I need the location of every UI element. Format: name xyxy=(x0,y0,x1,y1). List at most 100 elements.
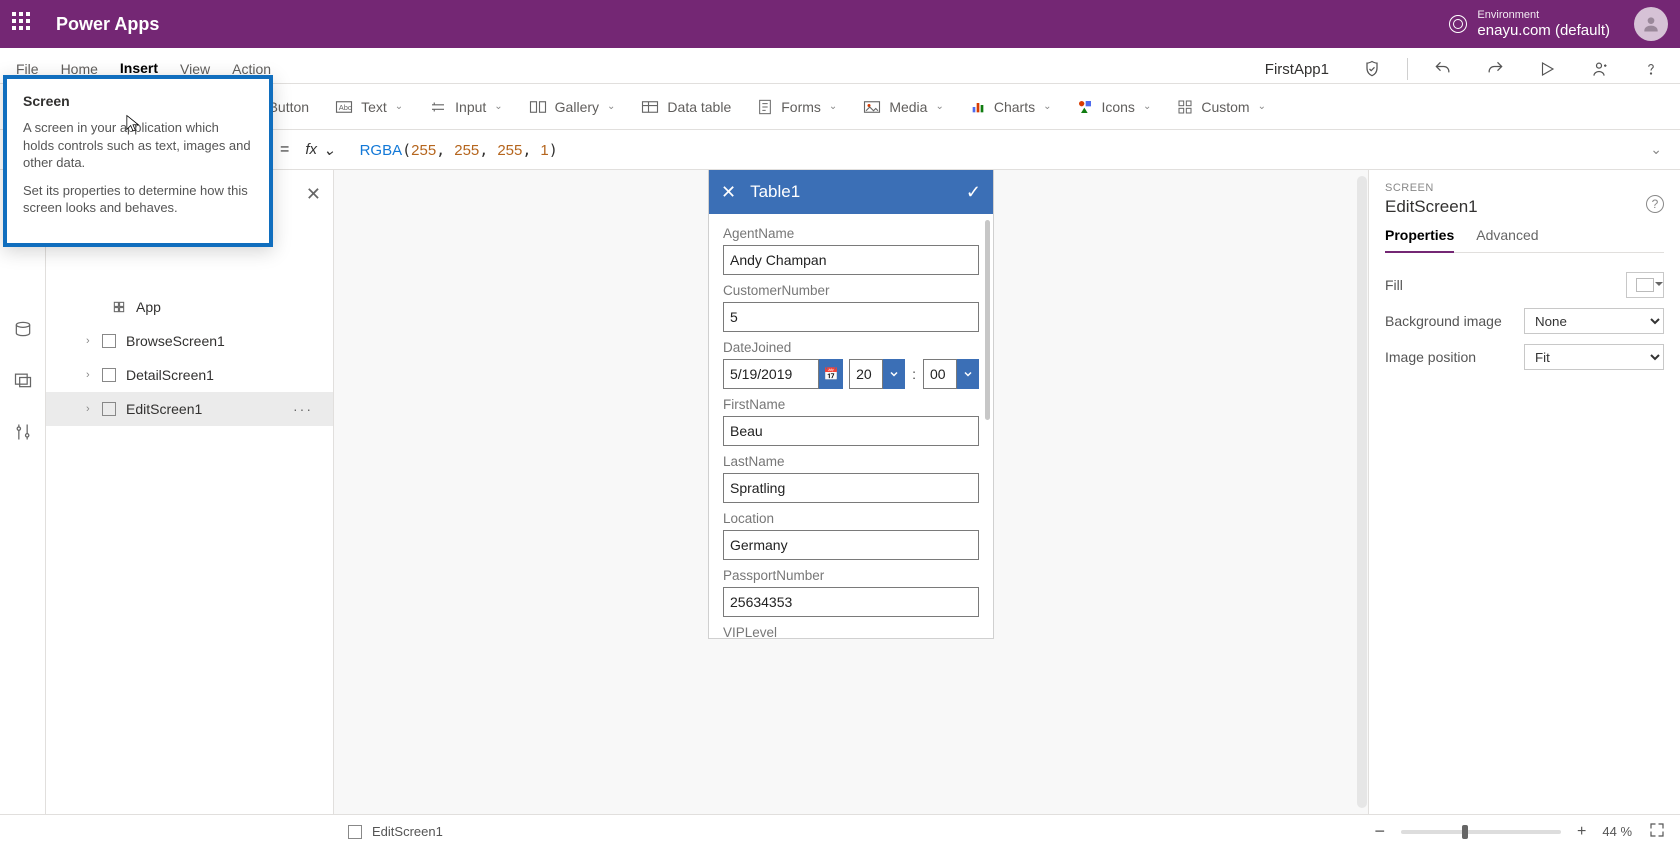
titlebar: Power Apps Environment enayu.com (defaul… xyxy=(0,0,1680,48)
custom-icon xyxy=(1177,99,1193,115)
app-launcher-icon[interactable] xyxy=(12,12,36,36)
more-icon[interactable]: ··· xyxy=(293,401,313,417)
screen-icon xyxy=(102,402,116,416)
user-avatar[interactable] xyxy=(1634,7,1668,41)
custom-menu[interactable]: Custom⌄ xyxy=(1177,99,1266,115)
fit-to-window-icon[interactable] xyxy=(1648,821,1666,842)
calendar-icon[interactable]: 📅 xyxy=(819,359,843,389)
gallery-menu[interactable]: Gallery⌄ xyxy=(529,99,616,115)
fill-swatch[interactable] xyxy=(1626,272,1664,298)
close-tree-icon[interactable]: ✕ xyxy=(306,184,321,205)
forms-icon xyxy=(757,99,773,115)
rail-data-icon[interactable] xyxy=(13,320,33,341)
submit-icon[interactable]: ✓ xyxy=(966,182,981,203)
tooltip-screen: Screen A screen in your application whic… xyxy=(3,75,273,247)
selection-checkbox-icon[interactable] xyxy=(348,825,362,839)
canvas[interactable]: ✕ Table1 ✓ AgentName CustomerNumber Date… xyxy=(334,170,1368,814)
status-bar: EditScreen1 − + 44 % xyxy=(0,814,1680,848)
charts-label: Charts xyxy=(994,99,1035,115)
passport-input[interactable] xyxy=(723,587,979,617)
icons-label: Icons xyxy=(1101,99,1134,115)
passport-label: PassportNumber xyxy=(723,568,979,583)
custom-label: Custom xyxy=(1201,99,1249,115)
fx-label[interactable]: fx⌄ xyxy=(305,141,335,159)
zoom-in-button[interactable]: + xyxy=(1577,823,1586,841)
customernumber-input[interactable] xyxy=(723,302,979,332)
play-icon[interactable] xyxy=(1530,55,1564,83)
chevron-down-icon[interactable] xyxy=(957,359,979,389)
datejoined-label: DateJoined xyxy=(723,340,979,355)
help-icon[interactable] xyxy=(1634,55,1668,83)
lastname-label: LastName xyxy=(723,454,979,469)
agentname-input[interactable] xyxy=(723,245,979,275)
gallery-icon xyxy=(529,100,547,114)
gallery-label: Gallery xyxy=(555,99,599,115)
formula-input[interactable]: RGBA(255, 255, 255, 1) xyxy=(360,141,558,159)
icons-menu[interactable]: Icons⌄ xyxy=(1077,99,1151,115)
tooltip-paragraph: A screen in your application which holds… xyxy=(23,119,253,172)
text-menu[interactable]: Abc Text⌄ xyxy=(335,99,403,115)
tree-browse-screen[interactable]: › BrowseScreen1 xyxy=(46,324,333,358)
svg-text:Abc: Abc xyxy=(339,103,352,112)
phone-preview: ✕ Table1 ✓ AgentName CustomerNumber Date… xyxy=(709,170,993,638)
data-table-icon xyxy=(641,100,659,114)
app-name: FirstApp1 xyxy=(1265,61,1329,78)
button-label: Button xyxy=(269,99,309,115)
input-icon xyxy=(429,100,447,114)
media-label: Media xyxy=(889,99,927,115)
tree-app[interactable]: App xyxy=(46,290,333,324)
undo-icon[interactable] xyxy=(1426,55,1460,83)
status-selection-name: EditScreen1 xyxy=(372,824,443,839)
datejoined-min-input[interactable] xyxy=(923,359,957,389)
fill-label: Fill xyxy=(1385,277,1403,293)
input-menu[interactable]: Input⌄ xyxy=(429,99,503,115)
tree-app-label: App xyxy=(136,299,161,315)
environment-value: enayu.com (default) xyxy=(1477,22,1610,39)
lastname-input[interactable] xyxy=(723,473,979,503)
environment-picker[interactable]: Environment enayu.com (default) xyxy=(1449,9,1610,39)
zoom-value: 44 xyxy=(1602,824,1616,839)
bg-image-select[interactable]: None xyxy=(1524,308,1664,334)
cancel-icon[interactable]: ✕ xyxy=(721,182,736,203)
chevron-down-icon[interactable] xyxy=(883,359,905,389)
app-icon xyxy=(112,300,126,314)
tree-view-pane: ✕ App › BrowseScreen1 › DetailScreen1 › … xyxy=(46,170,334,814)
rail-advanced-icon[interactable] xyxy=(14,422,32,445)
datejoined-date-input[interactable] xyxy=(723,359,819,389)
tooltip-paragraph: Set its properties to determine how this… xyxy=(23,182,253,217)
help-icon[interactable]: ? xyxy=(1646,195,1664,213)
tree-detail-label: DetailScreen1 xyxy=(126,367,214,383)
tree-edit-screen[interactable]: › EditScreen1 ··· xyxy=(46,392,333,426)
rail-media-icon[interactable] xyxy=(13,371,33,392)
left-rail xyxy=(0,170,46,814)
tab-properties[interactable]: Properties xyxy=(1385,227,1454,253)
tree-browse-label: BrowseScreen1 xyxy=(126,333,225,349)
properties-pane: SCREEN EditScreen1 ? Properties Advanced… xyxy=(1368,170,1680,814)
location-label: Location xyxy=(723,511,979,526)
agentname-label: AgentName xyxy=(723,226,979,241)
zoom-out-button[interactable]: − xyxy=(1374,821,1385,842)
bg-image-label: Background image xyxy=(1385,313,1502,329)
expand-formula-icon[interactable]: ⌄ xyxy=(1650,141,1662,158)
data-table-button[interactable]: Data table xyxy=(641,99,731,115)
tree-detail-screen[interactable]: › DetailScreen1 xyxy=(46,358,333,392)
zoom-slider[interactable] xyxy=(1401,830,1561,834)
charts-menu[interactable]: Charts⌄ xyxy=(970,99,1052,115)
redo-icon[interactable] xyxy=(1478,55,1512,83)
customernumber-label: CustomerNumber xyxy=(723,283,979,298)
forms-menu[interactable]: Forms⌄ xyxy=(757,99,837,115)
input-label: Input xyxy=(455,99,486,115)
location-input[interactable] xyxy=(723,530,979,560)
environment-caption: Environment xyxy=(1477,9,1610,22)
firstname-input[interactable] xyxy=(723,416,979,446)
checker-icon[interactable] xyxy=(1355,55,1389,83)
tab-advanced[interactable]: Advanced xyxy=(1476,227,1538,252)
charts-icon xyxy=(970,99,986,115)
datejoined-hour-input[interactable] xyxy=(849,359,883,389)
screen-caption: SCREEN xyxy=(1385,182,1664,194)
media-menu[interactable]: Media⌄ xyxy=(863,99,944,115)
zoom-pct: % xyxy=(1620,824,1632,839)
tooltip-title: Screen xyxy=(23,93,253,109)
image-position-select[interactable]: Fit xyxy=(1524,344,1664,370)
share-icon[interactable] xyxy=(1582,55,1616,83)
